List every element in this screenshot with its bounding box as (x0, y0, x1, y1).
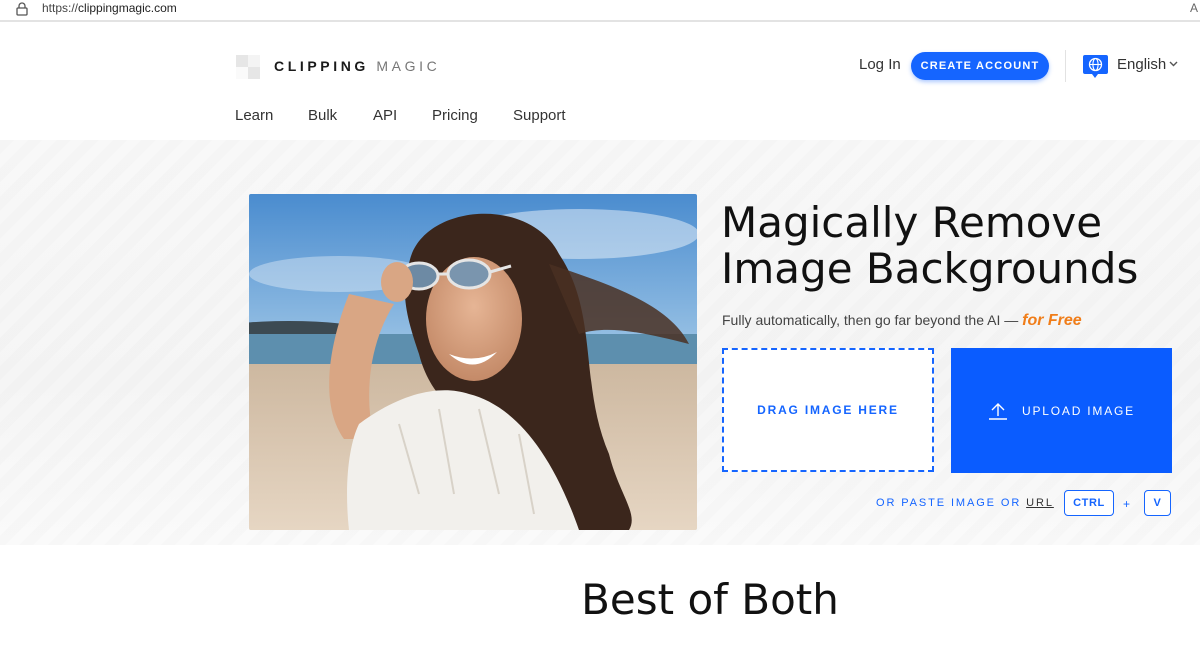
upload-arrow-icon (989, 402, 1008, 420)
url-text[interactable]: https://clippingmagic.com (42, 1, 177, 15)
drag-image-dropzone[interactable]: DRAG IMAGE HERE (722, 348, 934, 472)
nav-item-bulk[interactable]: Bulk (308, 107, 337, 124)
paste-url-link[interactable]: URL (1026, 497, 1054, 509)
language-selector[interactable]: English (1117, 56, 1166, 73)
header-divider (1065, 50, 1066, 82)
hero-photo (249, 194, 697, 530)
nav-item-api[interactable]: API (373, 107, 397, 124)
url-scheme: https:// (42, 1, 79, 15)
paste-hint: OR PASTE IMAGE OR URL (876, 497, 1054, 509)
headline-line-2: Image Backgrounds (721, 244, 1139, 293)
create-account-button[interactable]: CREATE ACCOUNT (911, 52, 1049, 80)
section-title: Best of Both (581, 575, 839, 624)
logo-icon[interactable] (236, 55, 260, 79)
logo-text-bold: CLIPPING (274, 58, 369, 74)
upload-image-label: UPLOAD IMAGE (1022, 403, 1135, 418)
nav-item-learn[interactable]: Learn (235, 107, 273, 124)
v-key-badge: V (1144, 490, 1171, 516)
chevron-down-icon[interactable] (1169, 61, 1178, 67)
url-host: clippingmagic.com (78, 1, 177, 15)
hero-headline: Magically Remove Image Backgrounds (721, 200, 1138, 292)
nav-item-pricing[interactable]: Pricing (432, 107, 478, 124)
logo-wordmark[interactable]: CLIPPING MAGIC (274, 58, 440, 74)
ctrl-key-badge: CTRL (1064, 490, 1114, 516)
lock-icon (16, 2, 28, 16)
headline-line-1: Magically Remove (721, 198, 1103, 247)
nav-item-support[interactable]: Support (513, 107, 566, 124)
paste-prefix: OR PASTE IMAGE OR (876, 497, 1027, 509)
hero-subline: Fully automatically, then go far beyond … (722, 312, 1082, 330)
logo-text-light: MAGIC (376, 58, 441, 74)
address-bar-right-glyph: A (1189, 1, 1198, 15)
subline-highlight: for Free (1022, 312, 1082, 329)
drag-image-label: DRAG IMAGE HERE (757, 403, 899, 417)
login-link[interactable]: Log In (859, 56, 901, 73)
upload-image-button[interactable]: UPLOAD IMAGE (951, 348, 1172, 473)
globe-icon[interactable] (1082, 53, 1109, 80)
browser-address-bar[interactable]: https://clippingmagic.com A (0, 0, 1200, 22)
subline-text: Fully automatically, then go far beyond … (722, 312, 1023, 328)
key-plus: + (1123, 497, 1131, 511)
